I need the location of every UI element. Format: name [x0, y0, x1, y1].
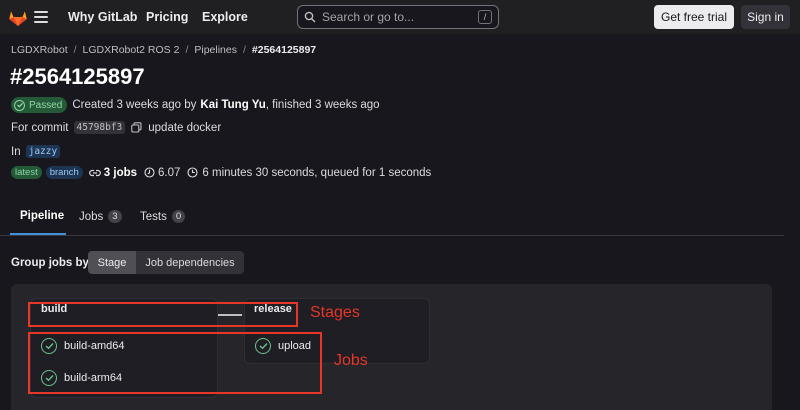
job-upload[interactable]: upload — [255, 333, 311, 359]
search-icon — [304, 11, 316, 23]
pipeline-meta-row: latest branch 3 jobs 6.07 6 minutes 30 s… — [11, 166, 431, 179]
tab-tests-count: 0 — [171, 210, 186, 223]
compute-icon — [144, 167, 155, 178]
pipeline-status-row: Passed Created 3 weeks ago by Kai Tung Y… — [11, 97, 380, 113]
check-circle-icon — [14, 99, 25, 111]
finished-text: , finished 3 weeks ago — [265, 99, 380, 111]
jobs-count: 3 jobs — [103, 166, 138, 179]
branch-badge: branch — [45, 166, 83, 179]
group-jobs-label: Group jobs by — [11, 257, 89, 269]
nav-pricing[interactable]: Pricing — [146, 10, 188, 24]
branch-prefix: In — [11, 145, 21, 158]
breadcrumb-separator: / — [242, 44, 246, 56]
group-by-dependencies-button[interactable]: Job dependencies — [136, 251, 244, 274]
author-link[interactable]: Kai Tung Yu — [200, 99, 265, 111]
tab-pipeline-label: Pipeline — [20, 210, 65, 222]
duration-text: 6 minutes 30 seconds, queued for 1 secon… — [202, 166, 432, 179]
breadcrumb-pipelines[interactable]: Pipelines — [194, 44, 237, 56]
tab-jobs-count: 3 — [108, 210, 122, 223]
status-badge[interactable]: Passed — [11, 97, 68, 113]
compute-minutes: 6.07 — [158, 166, 181, 179]
latest-badge: latest — [11, 166, 42, 179]
group-by-stage-button[interactable]: Stage — [88, 251, 136, 274]
search-shortcut-key: / — [478, 10, 492, 24]
gitlab-tanuki-icon[interactable] — [7, 6, 29, 28]
stage-header-build: build — [41, 303, 68, 315]
breadcrumb-current[interactable]: #2564125897 — [252, 44, 316, 56]
tab-pipeline[interactable]: Pipeline — [20, 210, 64, 222]
jobs-annotation-label: Jobs — [334, 352, 368, 369]
job-name: upload — [278, 340, 312, 352]
active-tab-indicator — [10, 233, 66, 235]
commit-prefix: For commit — [11, 121, 69, 134]
breadcrumb: LGDXRobot / LGDXRobot2 ROS 2 / Pipelines… — [11, 44, 316, 56]
job-name: build-amd64 — [64, 340, 125, 352]
branch-name[interactable]: jazzy — [25, 145, 61, 158]
stages-annotation-label: Stages — [310, 304, 360, 321]
nav-explore[interactable]: Explore — [202, 10, 248, 24]
commit-row: For commit 45798bf3 update docker — [11, 121, 221, 134]
success-check-icon — [41, 338, 57, 354]
hamburger-menu-icon[interactable] — [34, 11, 48, 23]
tab-tests[interactable]: Tests 0 — [140, 210, 186, 223]
status-badge-label: Passed — [29, 99, 63, 111]
tab-jobs-label: Jobs — [79, 210, 104, 223]
nav-why-gitlab[interactable]: Why GitLab — [68, 10, 137, 24]
commit-message[interactable]: update docker — [148, 122, 221, 134]
tab-tests-label: Tests — [140, 210, 167, 223]
search-placeholder: Search or go to... — [322, 10, 415, 24]
breadcrumb-separator: / — [185, 44, 189, 56]
link-icon — [88, 169, 101, 176]
success-check-icon — [255, 338, 271, 354]
sign-in-button[interactable]: Sign in — [741, 5, 790, 29]
breadcrumb-project[interactable]: LGDXRobot2 ROS 2 — [83, 44, 180, 56]
stage-header-release: release — [254, 303, 292, 315]
job-build-amd64[interactable]: build-amd64 — [41, 333, 125, 359]
search-input[interactable]: Search or go to... / — [297, 5, 499, 29]
pipeline-tabs: Pipeline Jobs 3 Tests 0 — [0, 202, 784, 236]
copy-icon[interactable] — [131, 122, 142, 133]
branch-row: In jazzy — [11, 145, 61, 158]
success-check-icon — [41, 370, 57, 386]
clock-icon — [187, 167, 198, 178]
breadcrumb-group[interactable]: LGDXRobot — [11, 44, 68, 56]
created-text: Created 3 weeks ago by — [72, 99, 197, 111]
stage-connector — [218, 314, 242, 316]
commit-sha[interactable]: 45798bf3 — [73, 121, 126, 134]
get-free-trial-button[interactable]: Get free trial — [654, 5, 734, 29]
page-title: #2564125897 — [10, 64, 145, 89]
breadcrumb-separator: / — [73, 44, 77, 56]
tab-jobs[interactable]: Jobs 3 — [79, 210, 122, 223]
job-build-arm64[interactable]: build-arm64 — [41, 365, 122, 391]
job-name: build-arm64 — [64, 372, 123, 384]
top-navigation-bar: Why GitLab Pricing Explore Search or go … — [0, 0, 800, 34]
